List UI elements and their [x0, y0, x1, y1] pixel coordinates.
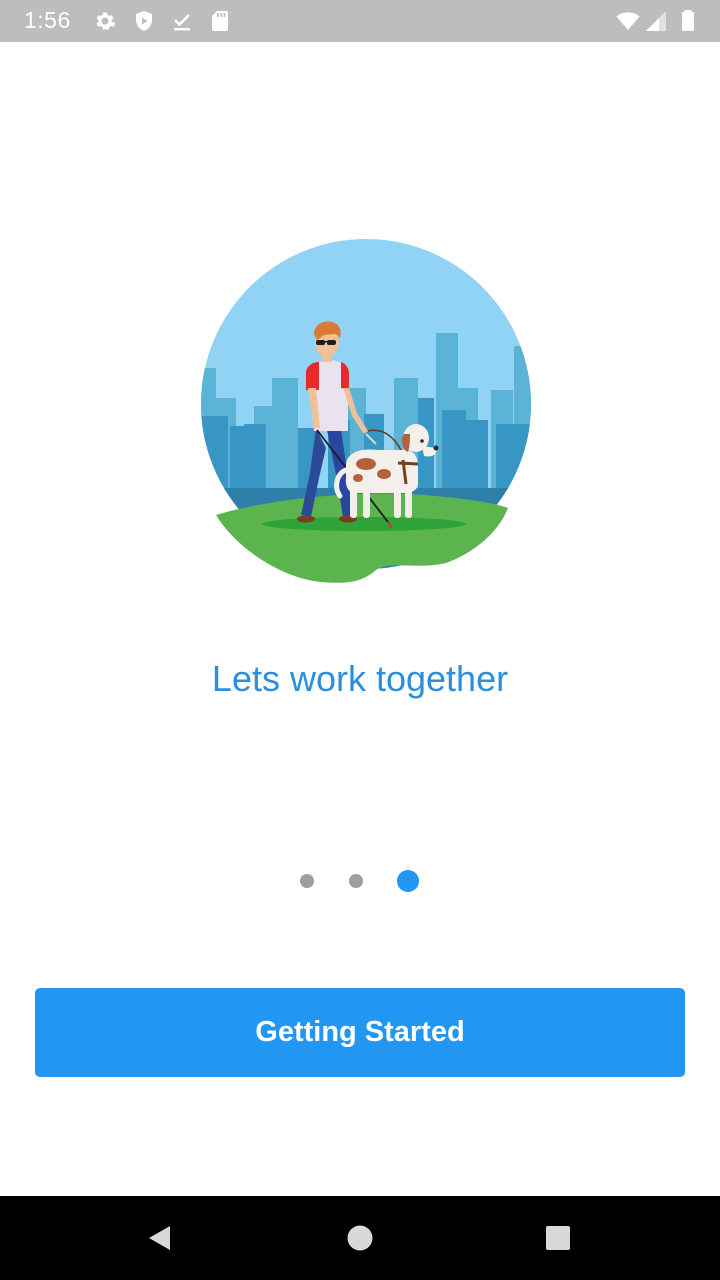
person-with-guide-dog-illustration [196, 238, 536, 586]
page-indicator [0, 868, 720, 896]
recents-icon[interactable] [498, 1196, 618, 1280]
cell-signal-icon [644, 9, 668, 33]
navigation-bar [0, 1196, 720, 1280]
grass-hill [216, 493, 508, 583]
shield-icon [132, 9, 156, 33]
onboarding-tagline: Lets work together [211, 658, 509, 699]
battery-icon [676, 9, 700, 33]
home-icon[interactable] [300, 1196, 420, 1280]
sd-card-icon [208, 9, 232, 33]
wifi-icon [616, 9, 640, 33]
download-done-icon [170, 9, 194, 33]
status-time: 1:56 [24, 7, 71, 33]
getting-started-button[interactable]: Getting Started [35, 988, 685, 1077]
page-dot-1[interactable] [300, 874, 314, 888]
status-bar: 1:56 [0, 0, 720, 42]
settings-icon [93, 9, 117, 33]
page-dot-3-active[interactable] [397, 870, 419, 892]
back-icon[interactable] [100, 1196, 220, 1280]
page-dot-2[interactable] [349, 874, 363, 888]
